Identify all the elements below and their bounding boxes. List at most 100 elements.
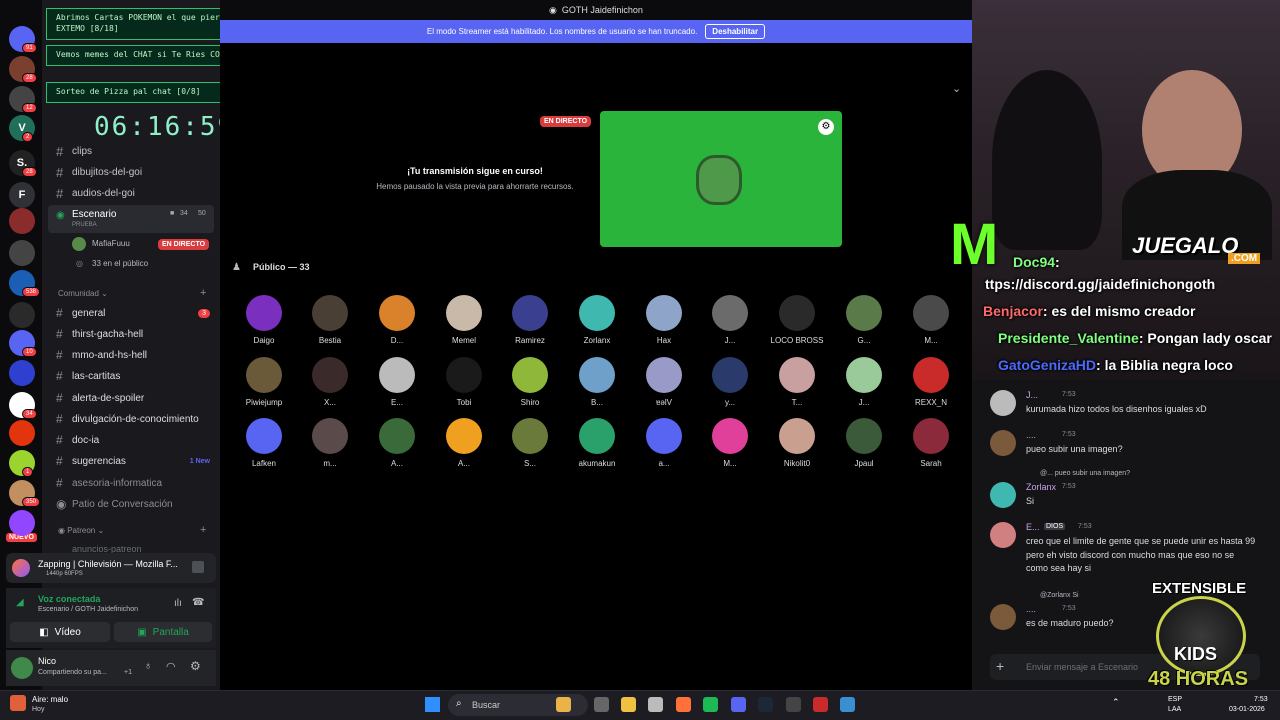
lang-indicator[interactable]: ESP bbox=[1168, 696, 1182, 703]
message-author[interactable]: E... bbox=[1026, 522, 1040, 532]
audience-member[interactable]: M... bbox=[898, 295, 964, 345]
steam-icon[interactable] bbox=[758, 697, 773, 712]
message-author[interactable]: J... bbox=[1026, 390, 1038, 400]
folder-icon[interactable] bbox=[621, 697, 636, 712]
audience-member[interactable]: Ramirez bbox=[497, 295, 563, 345]
discord-icon[interactable] bbox=[731, 697, 746, 712]
chevron-down-icon[interactable]: ⌄ bbox=[952, 82, 961, 95]
disable-streamer-button[interactable]: Deshabilitar bbox=[705, 24, 766, 39]
sidebar-channel[interactable]: # divulgación-de-conocimiento bbox=[42, 409, 220, 429]
speaker-name[interactable]: MafiaFuuu bbox=[92, 239, 130, 248]
screen-share-button[interactable]: ▣ Pantalla bbox=[114, 622, 212, 642]
weather-title[interactable]: Aire: malo bbox=[32, 695, 68, 704]
audience-member[interactable]: y... bbox=[697, 357, 763, 407]
notepad-icon[interactable] bbox=[840, 697, 855, 712]
avatar[interactable] bbox=[990, 604, 1016, 630]
noise-suppression-icon[interactable]: ılı bbox=[174, 598, 182, 609]
spotify-icon[interactable] bbox=[703, 697, 718, 712]
server-icon[interactable] bbox=[9, 240, 35, 266]
audience-member[interactable]: Hax bbox=[631, 295, 697, 345]
audience-member[interactable]: J... bbox=[697, 295, 763, 345]
audience-member[interactable]: Jpaul bbox=[831, 418, 897, 468]
audience-member[interactable]: S... bbox=[497, 418, 563, 468]
stage-channel[interactable]: ◉ Escenario PRUEBA ■ 34 50 bbox=[48, 205, 214, 233]
audience-member[interactable]: ɐəlV bbox=[631, 357, 697, 407]
audience-member[interactable]: A... bbox=[364, 418, 430, 468]
audience-member[interactable]: G... bbox=[831, 295, 897, 345]
add-channel-icon-2[interactable]: + bbox=[200, 524, 206, 536]
sidebar-channel[interactable]: # sugerencias 1 New bbox=[42, 451, 220, 471]
media-icon[interactable] bbox=[813, 697, 828, 712]
voice-location[interactable]: Escenario / GOTH Jaidefinichon bbox=[38, 606, 138, 613]
channel-audios[interactable]: # audios-del-goi bbox=[42, 183, 220, 203]
audience-member[interactable]: LOCO BROSS bbox=[764, 295, 830, 345]
audience-member[interactable]: Tobi bbox=[431, 357, 497, 407]
avatar[interactable] bbox=[990, 430, 1016, 456]
sidebar-channel[interactable]: # thirst-gacha-hell bbox=[42, 324, 220, 344]
audience-member[interactable]: Memel bbox=[431, 295, 497, 345]
sidebar-channel[interactable]: # mmo-and-hs-hell bbox=[42, 345, 220, 365]
gear-icon[interactable]: ⚙ bbox=[190, 659, 201, 673]
sidebar-channel[interactable]: ◉ Patio de Conversación bbox=[42, 494, 220, 514]
message-author[interactable]: .... bbox=[1026, 430, 1036, 440]
audience-member[interactable]: E... bbox=[364, 357, 430, 407]
chevron-up-icon[interactable]: ⌃ bbox=[1112, 697, 1120, 708]
microphone-icon[interactable]: ♁ bbox=[144, 660, 152, 672]
audience-member[interactable]: Daigo bbox=[231, 295, 297, 345]
activity-panel[interactable]: Zapping | Chilevisión — Mozilla F... 144… bbox=[6, 553, 216, 583]
channel-dibujitos[interactable]: # dibujitos-del-goi bbox=[42, 162, 220, 182]
category-comunidad[interactable]: Comunidad ⌄ bbox=[58, 289, 108, 298]
audience-member[interactable]: m... bbox=[297, 418, 363, 468]
audience-member[interactable]: a... bbox=[631, 418, 697, 468]
audience-member[interactable]: Piwiejump bbox=[231, 357, 297, 407]
audience-member[interactable]: Shiro bbox=[497, 357, 563, 407]
audience-member[interactable]: X... bbox=[297, 357, 363, 407]
sidebar-channel[interactable]: # doc-ia bbox=[42, 430, 220, 450]
github-icon[interactable] bbox=[648, 697, 663, 712]
obs-icon[interactable] bbox=[786, 697, 801, 712]
server-icon[interactable] bbox=[9, 208, 35, 234]
audience-member[interactable]: T... bbox=[764, 357, 830, 407]
server-icon[interactable] bbox=[9, 360, 35, 386]
server-icon[interactable] bbox=[9, 420, 35, 446]
avatar[interactable] bbox=[990, 390, 1016, 416]
task-view-icon[interactable] bbox=[594, 697, 609, 712]
video-button[interactable]: ◧ Vídeo bbox=[10, 622, 110, 642]
reply-preview[interactable]: @Zorlanx Si bbox=[1040, 592, 1079, 599]
audience-member[interactable]: akumakun bbox=[564, 418, 630, 468]
audience-member[interactable]: REXX_N bbox=[898, 357, 964, 407]
audience-member[interactable]: Sarah bbox=[898, 418, 964, 468]
avatar[interactable] bbox=[990, 482, 1016, 508]
server-icon[interactable] bbox=[9, 510, 35, 536]
audience-member[interactable]: D... bbox=[364, 295, 430, 345]
server-icon[interactable]: F bbox=[9, 182, 35, 208]
disconnect-icon[interactable]: ☎ bbox=[192, 597, 204, 608]
settings-icon[interactable]: ⚙ bbox=[818, 119, 834, 135]
avatar[interactable] bbox=[11, 657, 33, 679]
sidebar-channel[interactable]: # alerta-de-spoiler bbox=[42, 388, 220, 408]
channel-clips[interactable]: # clips bbox=[42, 141, 220, 161]
audience-member[interactable]: B... bbox=[564, 357, 630, 407]
stream-preview[interactable]: ⚙ bbox=[600, 111, 842, 247]
sidebar-channel[interactable]: # asesoria-informatica bbox=[42, 473, 220, 493]
message-author[interactable]: Zorlanx bbox=[1026, 482, 1056, 492]
audience-member[interactable]: Zorlanx bbox=[564, 295, 630, 345]
sidebar-channel[interactable]: # general 3 bbox=[42, 303, 220, 323]
audience-member[interactable]: A... bbox=[431, 418, 497, 468]
sidebar-channel[interactable]: # las-cartitas bbox=[42, 366, 220, 386]
reply-preview[interactable]: @... pueo subir una imagen? bbox=[1040, 470, 1130, 477]
audience-member[interactable]: Lafken bbox=[231, 418, 297, 468]
audience-member[interactable]: M... bbox=[697, 418, 763, 468]
windows-start-icon[interactable] bbox=[425, 697, 440, 712]
headphones-icon[interactable]: ◠ bbox=[166, 660, 176, 673]
audience-member[interactable]: Bestia bbox=[297, 295, 363, 345]
audience-member[interactable]: J... bbox=[831, 357, 897, 407]
add-channel-icon[interactable]: + bbox=[200, 287, 206, 299]
clock-time[interactable]: 7:53 bbox=[1254, 696, 1268, 703]
message-author[interactable]: .... bbox=[1026, 604, 1036, 614]
firefox-icon[interactable] bbox=[676, 697, 691, 712]
server-icon[interactable] bbox=[9, 302, 35, 328]
stop-stream-icon[interactable] bbox=[192, 561, 204, 573]
widget-icon[interactable] bbox=[556, 697, 571, 712]
audience-member[interactable]: Nikolit0 bbox=[764, 418, 830, 468]
